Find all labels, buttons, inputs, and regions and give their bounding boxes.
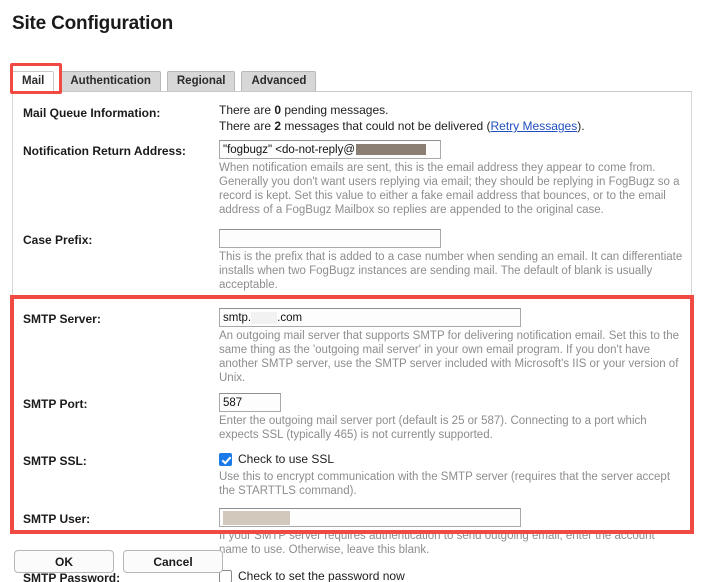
site-configuration-page: Site Configuration Mail Authentication R… <box>0 0 704 582</box>
smtp-server-value-before: smtp. <box>223 311 252 324</box>
help-case-prefix: This is the prefix that is added to a ca… <box>219 251 683 291</box>
ok-button[interactable]: OK <box>14 550 114 573</box>
field-smtp-user: If your SMTP server requires authenticat… <box>219 508 683 557</box>
smtp-password-checkbox-label: Check to set the password now <box>238 569 405 582</box>
row-smtp-server: SMTP Server: smtp. .com An outgoing mail … <box>13 308 693 385</box>
tab-authentication[interactable]: Authentication <box>60 71 161 92</box>
value-mail-queue-information: There are 0 pending messages. There are … <box>219 102 683 134</box>
smtp-ssl-checkbox[interactable] <box>219 452 232 466</box>
row-notification-return-address: Notification Return Address: "fogbugz" <… <box>13 140 693 217</box>
help-smtp-port: Enter the outgoing mail server port (def… <box>219 415 647 441</box>
page-title: Site Configuration <box>12 13 174 34</box>
label-case-prefix: Case Prefix: <box>23 233 93 247</box>
notification-return-address-value: "fogbugz" <do-not-reply@ <box>223 143 356 156</box>
row-case-prefix: Case Prefix: This is the prefix that is … <box>13 229 693 292</box>
smtp-password-checkbox-row[interactable]: Check to set the password now <box>219 567 683 582</box>
settings-panel: Mail Queue Information: There are 0 pend… <box>12 91 692 582</box>
case-prefix-input[interactable] <box>219 229 441 248</box>
smtp-port-input[interactable]: 587 <box>219 393 281 412</box>
failed-mid: messages that could not be delivered ( <box>281 119 491 133</box>
redaction-block-icon <box>251 311 278 324</box>
help-notification-return-address: When notification emails are sent, this … <box>219 162 680 216</box>
tab-bar: Mail Authentication Regional Advanced <box>12 70 317 92</box>
help-smtp-ssl: Use this to encrypt communication with t… <box>219 471 671 497</box>
notification-return-address-input[interactable]: "fogbugz" <do-not-reply@ <box>219 140 441 159</box>
tab-regional[interactable]: Regional <box>166 71 236 92</box>
label-smtp-user: SMTP User: <box>23 512 91 526</box>
row-smtp-port: SMTP Port: 587 Enter the outgoing mail s… <box>13 393 693 442</box>
label-notification-return-address: Notification Return Address: <box>23 144 186 158</box>
tab-advanced-label: Advanced <box>251 75 307 88</box>
help-smtp-server: An outgoing mail server that supports SM… <box>219 330 680 384</box>
field-case-prefix: This is the prefix that is added to a ca… <box>219 229 683 292</box>
smtp-server-value-after: .com <box>277 311 303 324</box>
field-smtp-port: 587 Enter the outgoing mail server port … <box>219 393 683 442</box>
tab-advanced[interactable]: Advanced <box>241 71 317 92</box>
label-mail-queue-information: Mail Queue Information: <box>23 106 161 120</box>
retry-messages-link[interactable]: Retry Messages <box>491 119 578 133</box>
pending-prefix: There are <box>219 103 275 117</box>
mail-queue-pending-line: There are 0 pending messages. <box>219 102 683 118</box>
failed-suffix: ). <box>577 119 585 133</box>
label-smtp-port: SMTP Port: <box>23 397 88 411</box>
label-smtp-server: SMTP Server: <box>23 312 101 326</box>
tab-mail-label: Mail <box>22 75 45 88</box>
mail-queue-failed-line: There are 2 messages that could not be d… <box>219 118 683 134</box>
smtp-ssl-checkbox-row[interactable]: Check to use SSL <box>219 450 683 468</box>
smtp-server-input[interactable]: smtp. .com <box>219 308 521 327</box>
tab-mail[interactable]: Mail <box>12 71 55 92</box>
failed-prefix: There are <box>219 119 275 133</box>
row-mail-queue-information: Mail Queue Information: There are 0 pend… <box>13 102 693 134</box>
field-smtp-ssl: Check to use SSL Use this to encrypt com… <box>219 450 683 498</box>
mail-settings-form: Mail Queue Information: There are 0 pend… <box>13 92 693 582</box>
button-bar: OK Cancel <box>14 550 223 573</box>
label-smtp-ssl: SMTP SSL: <box>23 454 87 468</box>
tab-authentication-label: Authentication <box>70 75 151 88</box>
redaction-block-icon <box>356 144 427 155</box>
smtp-port-value: 587 <box>223 396 243 409</box>
pending-suffix: pending messages. <box>281 103 389 117</box>
smtp-ssl-checkbox-label: Check to use SSL <box>238 452 335 466</box>
tab-regional-label: Regional <box>176 75 226 88</box>
smtp-user-input[interactable] <box>219 508 521 527</box>
field-smtp-server: smtp. .com An outgoing mail server that s… <box>219 308 683 385</box>
field-notification-return-address: "fogbugz" <do-not-reply@ When notificati… <box>219 140 683 217</box>
field-smtp-password: Check to set the password now <box>219 567 683 582</box>
help-smtp-user: If your SMTP server requires authenticat… <box>219 530 655 556</box>
cancel-button[interactable]: Cancel <box>123 550 223 573</box>
redaction-block-icon <box>223 510 290 525</box>
row-smtp-ssl: SMTP SSL: Check to use SSL Use this to e… <box>13 450 693 498</box>
